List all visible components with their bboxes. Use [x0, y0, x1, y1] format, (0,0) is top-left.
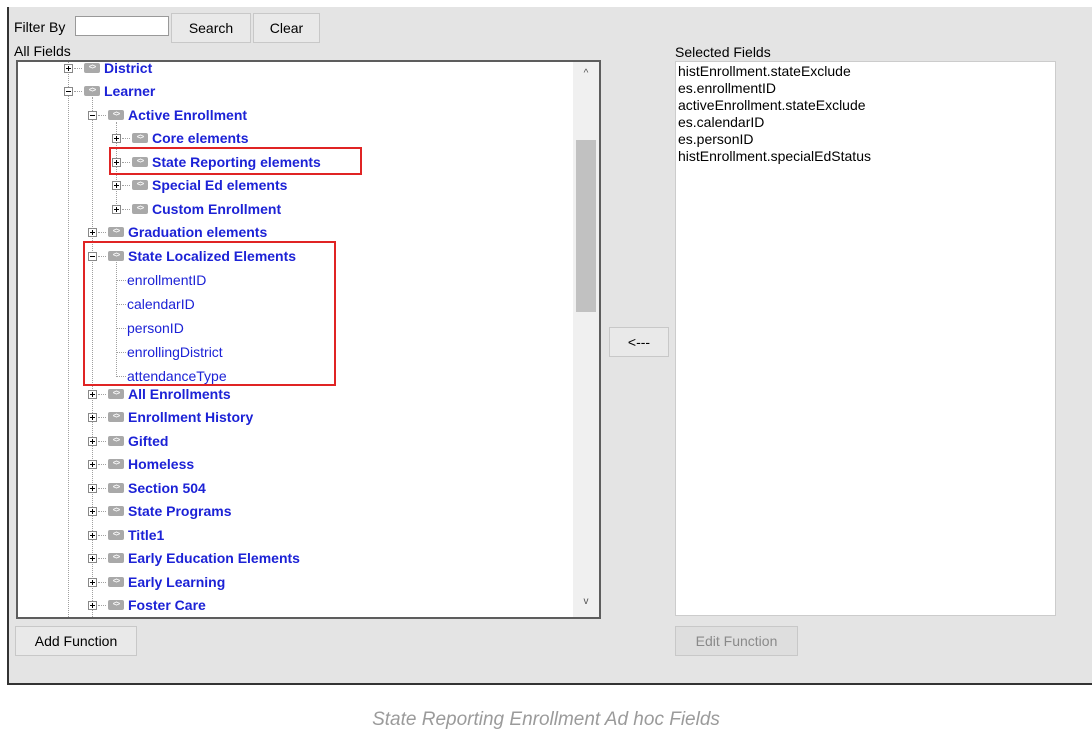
expand-icon[interactable] — [112, 180, 121, 190]
tree-node-state-programs[interactable]: <> State Programs — [88, 501, 231, 521]
folder-icon: <> — [108, 436, 124, 446]
folder-icon: <> — [108, 227, 124, 237]
expand-icon[interactable] — [64, 63, 73, 73]
folder-icon: <> — [108, 577, 124, 587]
expand-icon[interactable] — [88, 577, 97, 587]
tree-node-gifted[interactable]: <> Gifted — [88, 431, 168, 451]
tree-node-foster-care[interactable]: <> Foster Care — [88, 595, 206, 615]
clear-button[interactable]: Clear — [253, 13, 320, 43]
folder-icon: <> — [108, 506, 124, 516]
scroll-down-icon[interactable]: v — [580, 596, 592, 607]
selected-field-item[interactable]: es.enrollmentID — [678, 80, 1053, 97]
tree-node-label[interactable]: Early Learning — [128, 574, 225, 590]
tree-node-learner[interactable]: <> Learner — [64, 81, 155, 101]
expand-icon[interactable] — [88, 600, 97, 610]
selected-fields-heading: Selected Fields — [675, 44, 771, 60]
selected-fields-list[interactable]: histEnrollment.stateExclude es.enrollmen… — [675, 61, 1056, 616]
tree-node-label[interactable]: Learner — [104, 83, 155, 99]
tree-node-label[interactable]: Section 504 — [128, 480, 206, 496]
folder-icon: <> — [108, 412, 124, 422]
tree-node-label[interactable]: Foster Care — [128, 597, 206, 613]
tree-node-title1[interactable]: <> Title1 — [88, 525, 164, 545]
tree-node-label[interactable]: Graduation elements — [128, 224, 267, 240]
tree-node-label[interactable]: Early Education Elements — [128, 550, 300, 566]
tree-node-label[interactable]: Homeless — [128, 456, 194, 472]
tree-node-label[interactable]: Enrollment History — [128, 409, 253, 425]
folder-icon: <> — [84, 86, 100, 96]
expand-icon[interactable] — [112, 133, 121, 143]
tree-node-label[interactable]: Custom Enrollment — [152, 201, 281, 217]
expand-icon[interactable] — [88, 227, 97, 237]
tree-node-district[interactable]: <> District — [64, 62, 152, 78]
expand-icon[interactable] — [88, 506, 97, 516]
tree-node-label[interactable]: State Programs — [128, 503, 231, 519]
expand-icon[interactable] — [88, 459, 97, 469]
figure-caption: State Reporting Enrollment Ad hoc Fields — [372, 709, 720, 730]
expand-icon[interactable] — [88, 553, 97, 563]
expand-icon[interactable] — [88, 483, 97, 493]
tree-node-early-education-elements[interactable]: <> Early Education Elements — [88, 548, 300, 568]
all-fields-heading: All Fields — [14, 43, 71, 59]
tree-node-label[interactable]: All Enrollments — [128, 386, 231, 402]
expand-icon[interactable] — [88, 389, 97, 399]
tree-guide-line — [68, 62, 69, 617]
tree-node-enrollment-history[interactable]: <> Enrollment History — [88, 407, 253, 427]
folder-icon: <> — [108, 483, 124, 493]
filter-input[interactable] — [75, 16, 169, 36]
selected-field-item[interactable]: activeEnrollment.stateExclude — [678, 97, 1053, 114]
tree-node-homeless[interactable]: <> Homeless — [88, 454, 194, 474]
tree-node-all-enrollments[interactable]: <> All Enrollments — [88, 384, 231, 404]
highlight-state-localized-elements — [83, 241, 336, 386]
folder-icon: <> — [132, 204, 148, 214]
tree-node-special-ed-elements[interactable]: <> Special Ed elements — [112, 175, 287, 195]
filter-by-label: Filter By — [14, 19, 66, 35]
collapse-icon[interactable] — [64, 86, 73, 96]
folder-icon: <> — [108, 530, 124, 540]
folder-icon: <> — [108, 110, 124, 120]
search-button[interactable]: Search — [171, 13, 251, 43]
folder-icon: <> — [132, 133, 148, 143]
selected-field-item[interactable]: es.personID — [678, 131, 1053, 148]
scroll-up-icon[interactable]: ^ — [580, 68, 592, 79]
expand-icon[interactable] — [88, 530, 97, 540]
tree-scrollbar[interactable]: ^ v — [573, 62, 599, 617]
add-function-button[interactable]: Add Function — [15, 626, 137, 656]
move-left-button[interactable]: <--- — [609, 327, 669, 357]
highlight-state-reporting-elements — [109, 147, 362, 175]
selected-field-item[interactable]: histEnrollment.stateExclude — [678, 63, 1053, 80]
selected-field-item[interactable]: histEnrollment.specialEdStatus — [678, 148, 1053, 165]
folder-icon: <> — [132, 180, 148, 190]
tree-node-label[interactable]: Gifted — [128, 433, 168, 449]
edit-function-button[interactable]: Edit Function — [675, 626, 798, 656]
tree-node-early-learning[interactable]: <> Early Learning — [88, 572, 225, 592]
expand-icon[interactable] — [88, 412, 97, 422]
scrollbar-thumb[interactable] — [576, 140, 596, 312]
folder-icon: <> — [108, 459, 124, 469]
tree-node-graduation-elements[interactable]: <> Graduation elements — [88, 222, 267, 242]
folder-icon: <> — [108, 553, 124, 563]
tree-node-active-enrollment[interactable]: <> Active Enrollment — [88, 105, 247, 125]
folder-icon: <> — [108, 389, 124, 399]
tree-node-core-elements[interactable]: <> Core elements — [112, 128, 248, 148]
tree-node-section-504[interactable]: <> Section 504 — [88, 478, 206, 498]
tree-node-custom-enrollment[interactable]: <> Custom Enrollment — [112, 199, 281, 219]
tree-node-label[interactable]: Title1 — [128, 527, 164, 543]
selected-field-item[interactable]: es.calendarID — [678, 114, 1053, 131]
expand-icon[interactable] — [88, 436, 97, 446]
tree-node-label[interactable]: District — [104, 62, 152, 76]
tree-node-label[interactable]: Core elements — [152, 130, 248, 146]
expand-icon[interactable] — [112, 204, 121, 214]
folder-icon: <> — [108, 600, 124, 610]
folder-icon: <> — [84, 63, 100, 73]
tree-node-label[interactable]: Special Ed elements — [152, 177, 287, 193]
collapse-icon[interactable] — [88, 110, 97, 120]
tree-node-label[interactable]: Active Enrollment — [128, 107, 247, 123]
